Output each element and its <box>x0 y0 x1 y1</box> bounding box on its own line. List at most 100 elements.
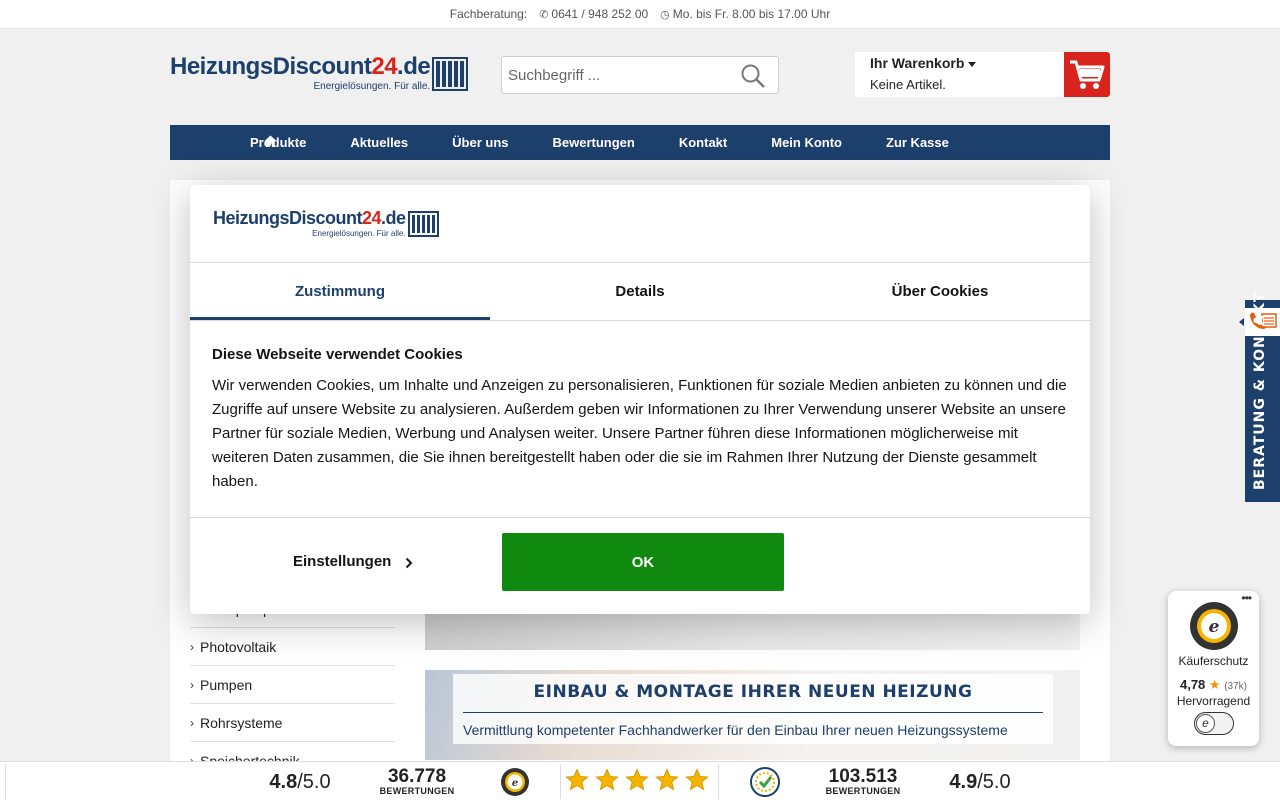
nav-item-bewertungen[interactable]: Bewertungen <box>553 135 635 150</box>
logo-brand-c: .de <box>397 53 431 80</box>
sidebar-item-label: Rohrsysteme <box>200 714 283 731</box>
category-sidebar: ›...rmepumpen ›Photovoltaik ›Pumpen ›Roh… <box>190 590 395 780</box>
nav-item-kontakt[interactable]: Kontakt <box>679 135 727 150</box>
phone-number: 0641 / 948 252 00 <box>551 7 649 21</box>
clock-icon: ◷ <box>660 9 670 21</box>
phone-link[interactable]: ✆ 0641 / 948 252 00 <box>539 7 648 21</box>
opening-hours-text: Mo. bis Fr. 8.00 bis 17.00 Uhr <box>672 7 831 21</box>
sidebar-item-photovoltaik[interactable]: › Photovoltaik <box>190 628 395 666</box>
radiator-logo-icon <box>432 56 469 91</box>
star-icon <box>565 768 589 791</box>
tab-details[interactable]: Details <box>490 263 790 320</box>
star-rating <box>565 768 709 792</box>
settings-button[interactable]: Einstellungen <box>293 553 413 570</box>
logo-brand-c: .de <box>381 208 406 228</box>
star-icon <box>625 768 649 791</box>
tab-ueber-cookies[interactable]: Über Cookies <box>790 263 1090 320</box>
star-icon <box>655 768 679 791</box>
tab-zustimmung[interactable]: Zustimmung <box>190 263 490 320</box>
ratings-bar: 4.8/5.0 36.778 BEWERTUNGEN e 103.513 BEW… <box>0 761 1280 800</box>
chevron-right-icon: › <box>190 677 194 692</box>
trusted-shops-widget[interactable]: ••• e Käuferschutz 4,78 ★ (37k) Hervorra… <box>1168 591 1259 746</box>
chevron-right-icon: › <box>190 639 194 654</box>
sidebar-item-pumpen[interactable]: › Pumpen <box>190 666 395 704</box>
nav-item-mein-konto[interactable]: Mein Konto <box>771 135 842 150</box>
buyer-protection-label: Käuferschutz <box>1178 654 1249 668</box>
more-options-icon[interactable]: ••• <box>1241 591 1252 605</box>
installation-banner-title: EINBAU & MONTAGE IHRER NEUEN HEIZUNG <box>533 682 973 702</box>
main-navigation: Produkte Aktuelles Über uns Bewertungen … <box>170 125 1110 160</box>
installation-banner[interactable]: EINBAU & MONTAGE IHRER NEUEN HEIZUNG Ver… <box>425 670 1080 760</box>
opening-hours: ◷ Mo. bis Fr. 8.00 bis 17.00 Uhr <box>660 7 830 21</box>
cart-status: Keine Artikel. <box>870 77 946 92</box>
right-score-max: /5.0 <box>977 770 1011 793</box>
dialog-logo-tagline: Energielösungen. Für alle. <box>312 229 406 238</box>
divider <box>463 712 1043 713</box>
logo-brand-b: 24 <box>371 53 398 80</box>
side-contact-tab[interactable]: BERATUNG & KONTAKT <box>1239 292 1280 502</box>
right-score-value: 4.9 <box>949 770 978 793</box>
divider <box>560 764 561 799</box>
logo-wordmark: HeizungsDiscount24.de <box>170 53 431 80</box>
left-score-max: /5.0 <box>297 770 331 793</box>
trusted-shops-toggle[interactable]: e <box>1194 712 1234 735</box>
logo-brand-b: 24 <box>362 208 382 228</box>
caret-down-icon <box>968 61 977 67</box>
phone-icon: ✆ <box>539 9 549 21</box>
star-icon: ★ <box>1208 677 1221 692</box>
star-icon <box>685 768 709 791</box>
svg-text:e: e <box>1209 617 1220 637</box>
search-input[interactable] <box>502 57 722 93</box>
cart-title[interactable]: Ihr Warenkorb <box>870 55 977 71</box>
installation-banner-overlay: EINBAU & MONTAGE IHRER NEUEN HEIZUNG Ver… <box>453 674 1053 744</box>
cart-widget[interactable]: Ihr Warenkorb Keine Artikel. <box>855 52 1110 97</box>
settings-button-label: Einstellungen <box>293 553 392 570</box>
nav-item-aktuelles[interactable]: Aktuelles <box>350 135 408 150</box>
site-logo[interactable]: HeizungsDiscount24.de Energielösungen. F… <box>170 53 469 92</box>
top-info-bar: Fachberatung: ✆ 0641 / 948 252 00 ◷ Mo. bi… <box>0 0 1280 29</box>
right-count-value: 103.513 <box>828 765 898 787</box>
shopping-cart-icon <box>1070 60 1105 89</box>
review-portal-logo-icon[interactable] <box>748 762 782 800</box>
trusted-shops-score: 4,78 ★ (37k) <box>1168 677 1259 693</box>
left-average-score: 4.8/5.0 <box>266 762 334 800</box>
dialog-logo-wordmark: HeizungsDiscount24.de <box>213 209 406 227</box>
trusted-shops-count: (37k) <box>1224 681 1247 692</box>
left-count-caption: BEWERTUNGEN <box>379 785 455 796</box>
logo-brand-a: HeizungsDiscount <box>170 53 372 80</box>
cookie-consent-dialog: HeizungsDiscount24.de Energielösungen. F… <box>190 185 1090 614</box>
chevron-right-icon: › <box>190 715 194 730</box>
home-icon[interactable] <box>264 135 277 153</box>
trusted-shops-seal-icon: e <box>1190 602 1238 650</box>
chevron-right-icon <box>406 557 413 569</box>
right-average-score: 4.9/5.0 <box>946 762 1014 800</box>
side-contact-label: BERATUNG & KONTAKT <box>1252 291 1268 490</box>
divider <box>190 517 1090 518</box>
trusted-shops-score-value: 4,78 <box>1179 677 1206 692</box>
search-icon[interactable] <box>740 63 766 94</box>
nav-item-ueber-uns[interactable]: Über uns <box>452 135 508 150</box>
cookie-dialog-title: Diese Webseite verwendet Cookies <box>212 346 463 363</box>
trusted-shops-e-icon: e <box>1196 714 1215 733</box>
cart-title-text: Ihr Warenkorb <box>870 55 965 71</box>
sidebar-item-label: Pumpen <box>200 676 253 693</box>
nav-item-produkte[interactable]: Produkte <box>250 135 306 150</box>
left-review-count: 36.778 BEWERTUNGEN <box>372 762 462 800</box>
left-score-value: 4.8 <box>269 770 298 793</box>
right-count-caption: BEWERTUNGEN <box>825 785 901 796</box>
consultation-label: Fachberatung: <box>449 7 528 21</box>
cart-button[interactable] <box>1064 52 1110 97</box>
cookie-tabs: Zustimmung Details Über Cookies <box>190 263 1090 320</box>
logo-brand-a: HeizungsDiscount <box>213 208 363 228</box>
divider <box>5 764 6 799</box>
svg-text:e: e <box>512 778 518 789</box>
caret-left-icon <box>1239 318 1244 326</box>
sidebar-item-label: Photovoltaik <box>200 638 277 655</box>
logo-tagline: Energielösungen. Für alle. <box>313 81 431 92</box>
left-count-value: 36.778 <box>387 765 447 787</box>
cookie-dialog-text: Wir verwenden Cookies, um Inhalte und An… <box>212 377 1067 490</box>
sidebar-item-rohrsysteme[interactable]: › Rohrsysteme <box>190 704 395 742</box>
trusted-shops-logo-icon[interactable]: e <box>498 762 532 800</box>
ok-button[interactable]: OK <box>502 533 784 591</box>
nav-item-zur-kasse[interactable]: Zur Kasse <box>886 135 949 150</box>
